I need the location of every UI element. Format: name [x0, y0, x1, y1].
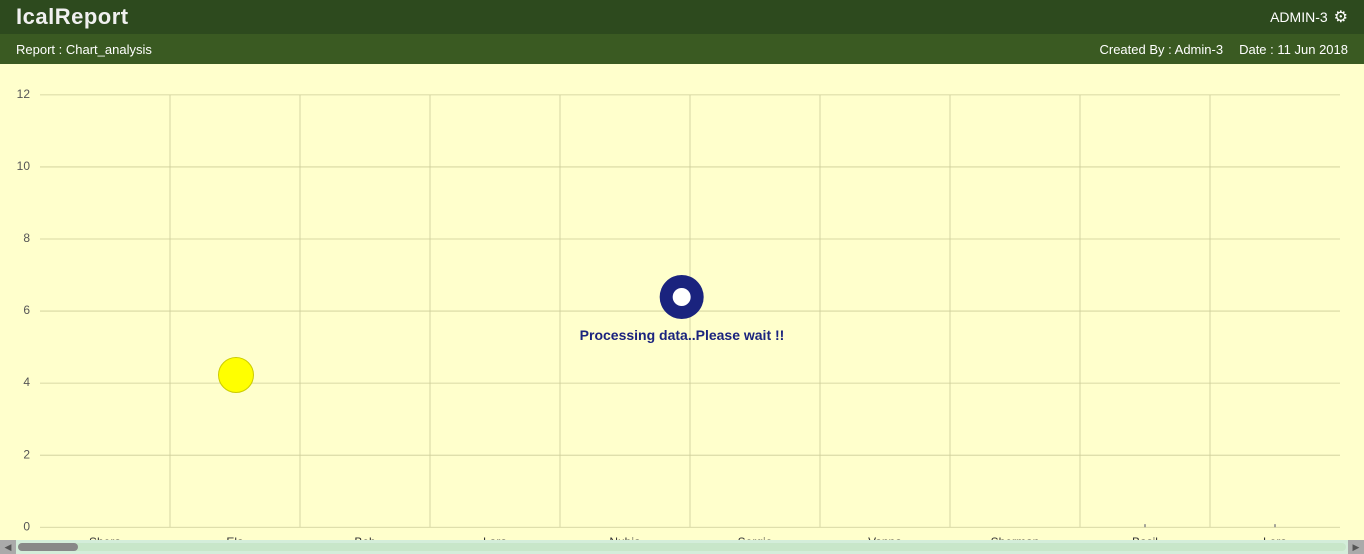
- report-value: Chart_analysis: [66, 42, 152, 57]
- app-header: IcalReport ADMIN-3 ⚙: [0, 0, 1364, 34]
- username-label: ADMIN-3: [1270, 9, 1328, 25]
- svg-text:12: 12: [17, 87, 31, 101]
- created-by-label: Created By : Admin-3: [1099, 42, 1223, 57]
- data-point-ela: [218, 357, 254, 393]
- chart-container: EmployeeID 0 2 4 6 8 10 12: [0, 64, 1364, 554]
- report-info: Report : Chart_analysis: [16, 42, 152, 57]
- svg-text:0: 0: [23, 519, 30, 533]
- svg-text:4: 4: [23, 375, 30, 389]
- horizontal-scrollbar[interactable]: ◀ ▶: [0, 540, 1364, 554]
- scroll-right-button[interactable]: ▶: [1348, 540, 1364, 554]
- meta-info: Created By : Admin-3 Date : 11 Jun 2018: [1099, 42, 1348, 57]
- gear-icon[interactable]: ⚙: [1334, 7, 1348, 27]
- date-value: 11 Jun 2018: [1277, 42, 1348, 57]
- processing-overlay: Processing data..Please wait !!: [580, 275, 785, 343]
- user-area: ADMIN-3 ⚙: [1270, 7, 1348, 27]
- svg-text:10: 10: [17, 159, 31, 173]
- loading-spinner: [660, 275, 704, 319]
- scroll-thumb[interactable]: [18, 543, 78, 551]
- spinner-inner: [673, 288, 691, 306]
- processing-text: Processing data..Please wait !!: [580, 327, 785, 343]
- scroll-left-button[interactable]: ◀: [0, 540, 16, 554]
- created-by-key: Created By :: [1099, 42, 1171, 57]
- svg-text:8: 8: [23, 231, 30, 245]
- created-by-value: Admin-3: [1175, 42, 1223, 57]
- date-label: Date :: [1239, 42, 1274, 57]
- scroll-track[interactable]: [18, 543, 1346, 551]
- subheader: Report : Chart_analysis Created By : Adm…: [0, 34, 1364, 64]
- svg-text:6: 6: [23, 303, 30, 317]
- app-logo: IcalReport: [16, 4, 129, 30]
- svg-text:2: 2: [23, 447, 30, 461]
- date-info: Date : 11 Jun 2018: [1239, 42, 1348, 57]
- report-label: Report :: [16, 42, 62, 57]
